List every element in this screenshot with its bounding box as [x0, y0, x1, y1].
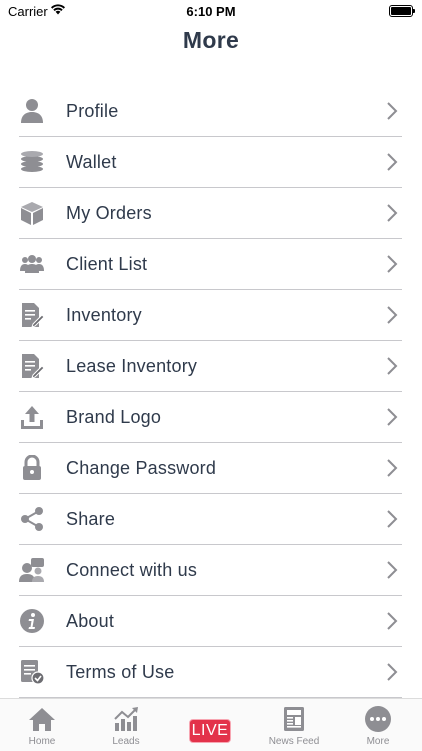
users-icon: [20, 255, 44, 273]
menu-item-label: Inventory: [66, 305, 142, 325]
menu-item-label: Share: [66, 509, 116, 529]
menu-item-label: Client List: [66, 254, 148, 274]
menu-item-brand-logo[interactable]: Brand Logo: [19, 392, 402, 443]
tab-label: Leads: [112, 736, 140, 747]
chevron-right-icon: [387, 255, 398, 273]
chevron-right-icon: [387, 357, 398, 375]
chevron-right-icon: [387, 459, 398, 477]
chevron-right-icon: [387, 561, 398, 579]
page-title: More: [182, 27, 240, 53]
menu-item-wallet[interactable]: Wallet: [19, 137, 402, 188]
menu-item-label: Wallet: [66, 152, 117, 172]
menu-item-my-orders[interactable]: My Orders: [19, 188, 402, 239]
menu-item-label: Terms of Use: [66, 662, 175, 682]
terms-icon: [21, 660, 45, 685]
status-bar: Carrier 6:10 PM: [0, 0, 422, 24]
menu-item-change-password[interactable]: Change Password: [19, 443, 402, 494]
more-dots-icon: [365, 706, 391, 732]
chevron-right-icon: [387, 204, 398, 222]
menu-item-inventory[interactable]: Inventory: [19, 290, 402, 341]
menu-item-label: Brand Logo: [66, 407, 162, 427]
coins-icon: [21, 151, 43, 172]
live-badge: LIVE: [189, 719, 231, 743]
tab-label: News Feed: [268, 736, 320, 747]
share-icon: [21, 507, 43, 531]
more-menu-list: Profile Wallet My Orders Client List Inv…: [19, 86, 402, 698]
menu-item-label: About: [66, 611, 115, 631]
battery-icon: [389, 5, 415, 17]
chevron-right-icon: [387, 306, 398, 324]
document-edit-icon: [22, 354, 45, 379]
chart-growth-icon: [114, 707, 138, 731]
tab-leads[interactable]: Leads: [91, 705, 161, 747]
chevron-right-icon: [387, 663, 398, 681]
menu-item-client-list[interactable]: Client List: [19, 239, 402, 290]
menu-item-share[interactable]: Share: [19, 494, 402, 545]
chevron-right-icon: [387, 153, 398, 171]
menu-item-label: Connect with us: [66, 560, 198, 580]
profile-icon: [21, 99, 43, 123]
upload-icon: [21, 406, 43, 429]
tab-label: More: [366, 736, 390, 747]
chevron-right-icon: [387, 612, 398, 630]
menu-item-about[interactable]: About: [19, 596, 402, 647]
tab-more[interactable]: More: [343, 705, 413, 747]
tab-label: Home: [28, 736, 56, 747]
info-icon: [20, 609, 44, 633]
menu-item-terms-of-use[interactable]: Terms of Use: [19, 647, 402, 698]
tab-news-feed[interactable]: News Feed: [259, 705, 329, 747]
menu-item-connect-with-us[interactable]: Connect with us: [19, 545, 402, 596]
chat-users-icon: [19, 558, 44, 582]
chevron-right-icon: [387, 408, 398, 426]
menu-item-lease-inventory[interactable]: Lease Inventory: [19, 341, 402, 392]
menu-item-label: My Orders: [66, 203, 152, 223]
document-edit-icon: [22, 303, 45, 328]
box-icon: [21, 202, 43, 225]
lock-icon: [23, 455, 41, 480]
menu-item-profile[interactable]: Profile: [19, 86, 402, 137]
home-icon: [29, 708, 55, 731]
menu-item-label: Change Password: [66, 458, 217, 478]
menu-item-label: Profile: [66, 101, 119, 121]
tab-live[interactable]: LIVE: [175, 705, 245, 743]
tab-home[interactable]: Home: [7, 705, 77, 747]
newspaper-icon: [284, 707, 304, 731]
menu-item-label: Lease Inventory: [66, 356, 198, 376]
chevron-right-icon: [387, 102, 398, 120]
chevron-right-icon: [387, 510, 398, 528]
clock: 6:10 PM: [186, 4, 236, 19]
tab-bar: Home Leads LIVE News Feed More: [0, 698, 422, 751]
